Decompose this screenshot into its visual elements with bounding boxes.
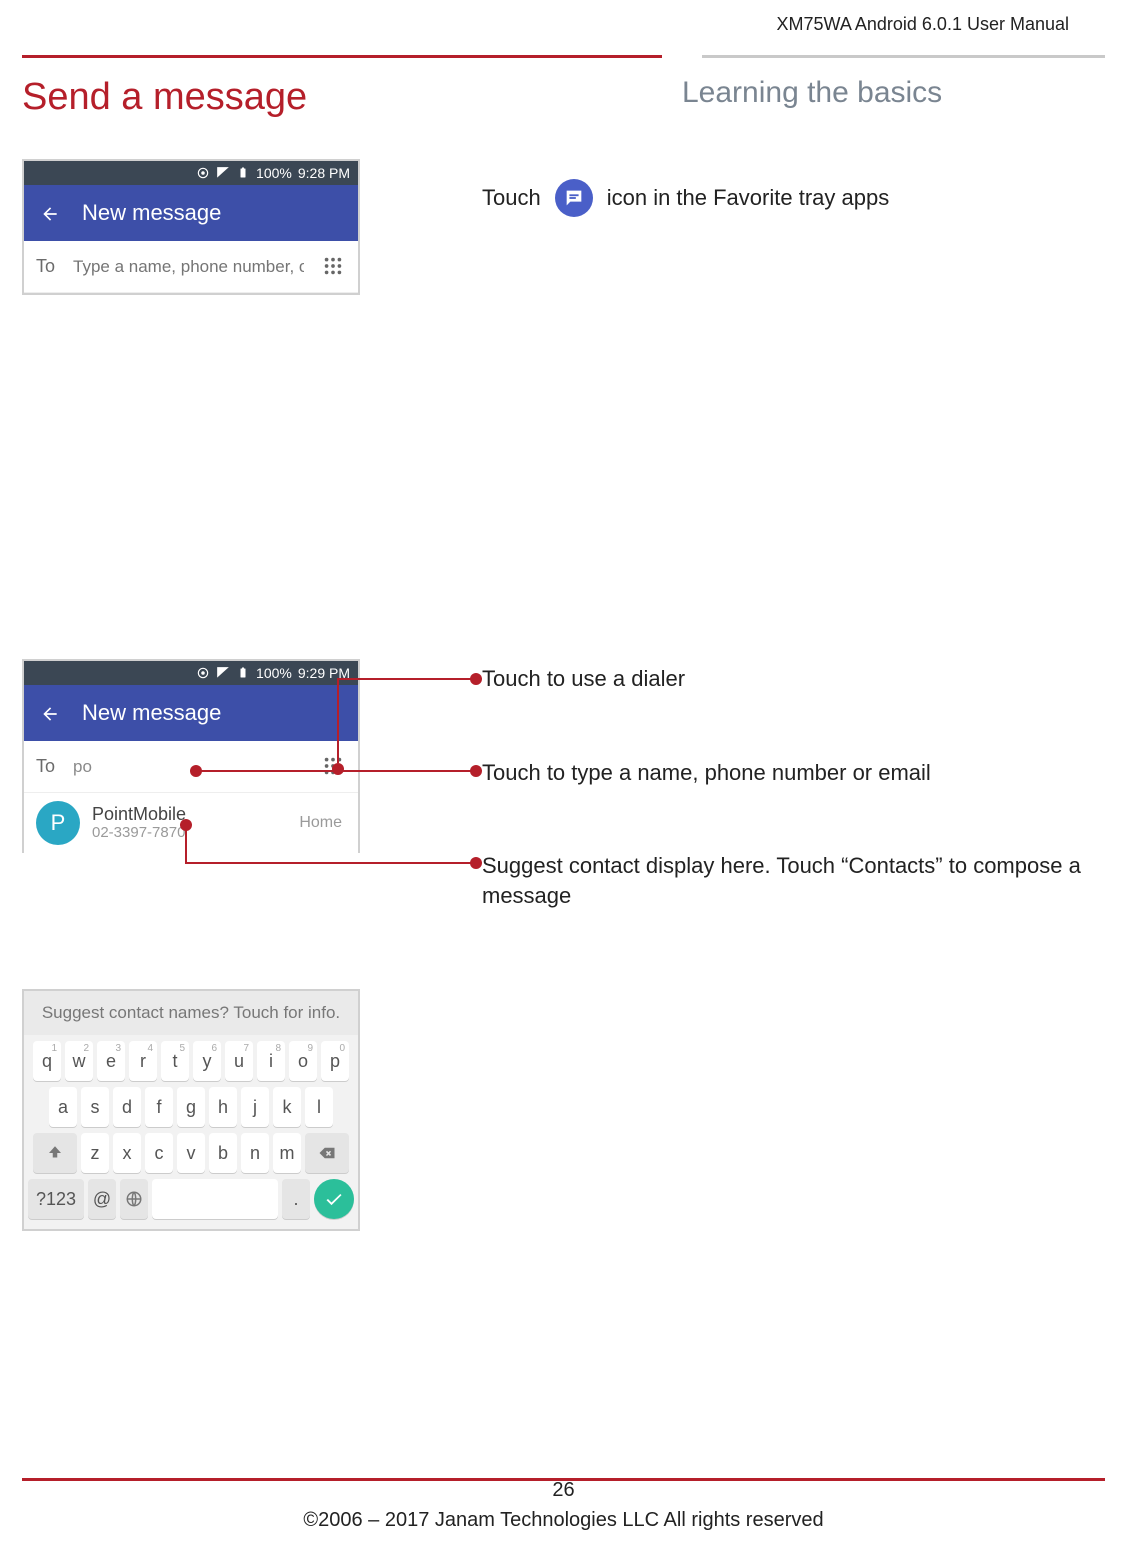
to-input[interactable] <box>71 256 306 278</box>
kbd-row-1: qwertyuiop <box>28 1041 354 1081</box>
key-u[interactable]: u <box>225 1041 253 1081</box>
clock-text: 9:28 PM <box>298 165 350 181</box>
key-e[interactable]: e <box>97 1041 125 1081</box>
to-label: To <box>36 756 55 777</box>
page-title: Send a message <box>22 76 682 119</box>
contact-name: PointMobile <box>92 805 287 825</box>
key-a[interactable]: a <box>49 1087 77 1127</box>
key-z[interactable]: z <box>81 1133 109 1173</box>
back-icon[interactable] <box>40 204 58 222</box>
rule-accent <box>22 55 662 58</box>
instruction-pre: Touch <box>482 185 541 211</box>
section-subtitle: Learning the basics <box>682 76 1105 110</box>
instruction-post: icon in the Favorite tray apps <box>607 185 889 211</box>
status-bar: 100% 9:28 PM <box>24 161 358 185</box>
callouts: Touch to use a dialer Touch to type a na… <box>482 664 1105 975</box>
key-l[interactable]: l <box>305 1087 333 1127</box>
app-bar-title: New message <box>82 700 221 726</box>
dialpad-icon[interactable] <box>322 255 346 279</box>
screenshot-new-message-empty: 100% 9:28 PM New message To <box>22 159 360 295</box>
clock-text: 9:29 PM <box>298 665 350 681</box>
to-row: To <box>24 741 358 793</box>
key-f[interactable]: f <box>145 1087 173 1127</box>
rule-muted <box>702 55 1105 58</box>
footer: 26 ©2006 – 2017 Janam Technologies LLC A… <box>0 1475 1127 1535</box>
key-enter[interactable] <box>314 1179 354 1219</box>
callout-dialer: Touch to use a dialer <box>482 664 1105 694</box>
key-c[interactable]: c <box>145 1133 173 1173</box>
key-n[interactable]: n <box>241 1133 269 1173</box>
signal-icon <box>216 666 230 680</box>
callout-type: Touch to type a name, phone number or em… <box>482 758 1105 788</box>
key-k[interactable]: k <box>273 1087 301 1127</box>
contact-number: 02-3397-7870 <box>92 824 287 841</box>
key-g[interactable]: g <box>177 1087 205 1127</box>
callout-suggest: Suggest contact display here. Touch “Con… <box>482 851 1105 910</box>
key-p[interactable]: p <box>321 1041 349 1081</box>
soft-keyboard: qwertyuiop asdfghjkl zxcvbnm ?123@. <box>24 1035 358 1229</box>
key-y[interactable]: y <box>193 1041 221 1081</box>
nfc-icon <box>196 666 210 680</box>
app-bar: New message <box>24 685 358 741</box>
key-t[interactable]: t <box>161 1041 189 1081</box>
battery-icon <box>236 166 250 180</box>
screenshot-new-message-suggest: 100% 9:29 PM New message To <box>22 659 360 853</box>
key-123[interactable]: ?123 <box>28 1179 84 1219</box>
key-b[interactable]: b <box>209 1133 237 1173</box>
nfc-icon <box>196 166 210 180</box>
key-v[interactable]: v <box>177 1133 205 1173</box>
kbd-row-4: ?123@. <box>28 1179 354 1219</box>
key-h[interactable]: h <box>209 1087 237 1127</box>
app-bar: New message <box>24 185 358 241</box>
battery-text: 100% <box>256 165 292 181</box>
avatar: P <box>36 801 80 845</box>
key-special[interactable]: . <box>282 1179 310 1219</box>
key-backspace[interactable] <box>305 1133 349 1173</box>
battery-text: 100% <box>256 665 292 681</box>
key-special[interactable]: @ <box>88 1179 116 1219</box>
contact-type: Home <box>299 814 342 832</box>
key-o[interactable]: o <box>289 1041 317 1081</box>
status-bar: 100% 9:29 PM <box>24 661 358 685</box>
page-number: 26 <box>0 1475 1127 1505</box>
battery-icon <box>236 666 250 680</box>
messaging-app-icon <box>555 179 593 217</box>
key-x[interactable]: x <box>113 1133 141 1173</box>
copyright: ©2006 – 2017 Janam Technologies LLC All … <box>0 1505 1127 1535</box>
key-d[interactable]: d <box>113 1087 141 1127</box>
keyboard-suggestion-bar[interactable]: Suggest contact names? Touch for info. <box>24 991 358 1035</box>
contact-suggestion[interactable]: P PointMobile 02-3397-7870 Home <box>24 793 358 853</box>
instruction-touch-icon: Touch icon in the Favorite tray apps <box>482 179 889 217</box>
kbd-row-2: asdfghjkl <box>28 1087 354 1127</box>
key-s[interactable]: s <box>81 1087 109 1127</box>
key-q[interactable]: q <box>33 1041 61 1081</box>
dialpad-icon[interactable] <box>322 755 346 779</box>
kbd-row-3: zxcvbnm <box>28 1133 354 1173</box>
key-m[interactable]: m <box>273 1133 301 1173</box>
doc-title: XM75WA Android 6.0.1 User Manual <box>22 0 1105 35</box>
key-j[interactable]: j <box>241 1087 269 1127</box>
signal-icon <box>216 166 230 180</box>
screenshot-keyboard: Suggest contact names? Touch for info. q… <box>22 989 360 1231</box>
key-space[interactable] <box>152 1179 278 1219</box>
to-row: To <box>24 241 358 293</box>
to-label: To <box>36 256 55 277</box>
key-i[interactable]: i <box>257 1041 285 1081</box>
key-r[interactable]: r <box>129 1041 157 1081</box>
to-input[interactable] <box>71 756 306 778</box>
back-icon[interactable] <box>40 704 58 722</box>
key-shift[interactable] <box>33 1133 77 1173</box>
app-bar-title: New message <box>82 200 221 226</box>
key-w[interactable]: w <box>65 1041 93 1081</box>
key-globe[interactable] <box>120 1179 148 1219</box>
